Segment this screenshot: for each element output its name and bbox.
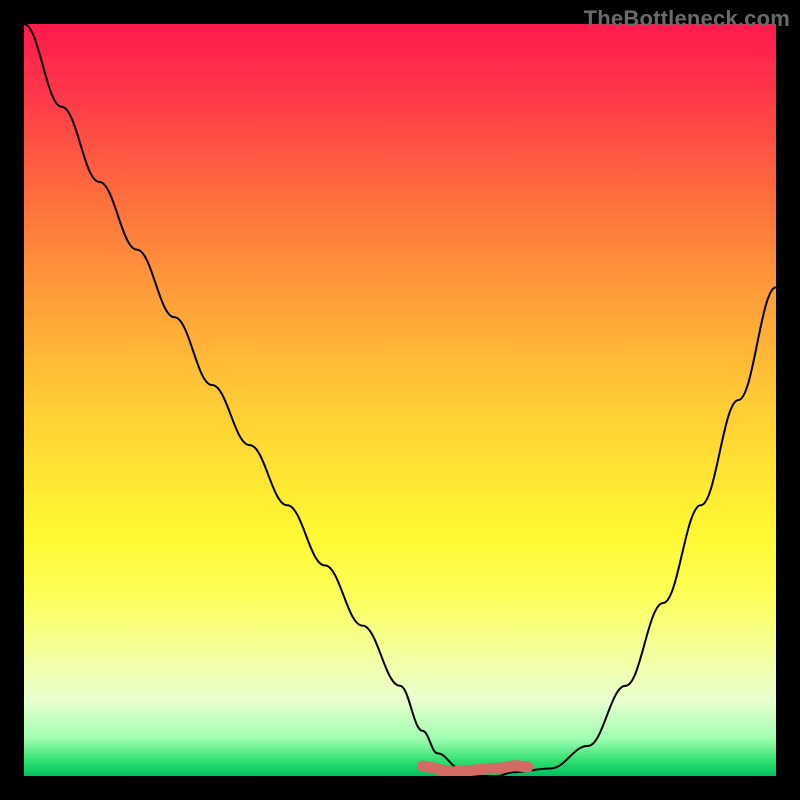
curve-group — [24, 24, 776, 776]
chart-svg — [24, 24, 776, 776]
watermark-label: TheBottleneck.com — [584, 6, 790, 32]
chart-plot-area — [24, 24, 776, 776]
flat-region-highlight — [423, 766, 528, 772]
bottleneck-curve-path — [24, 24, 776, 776]
